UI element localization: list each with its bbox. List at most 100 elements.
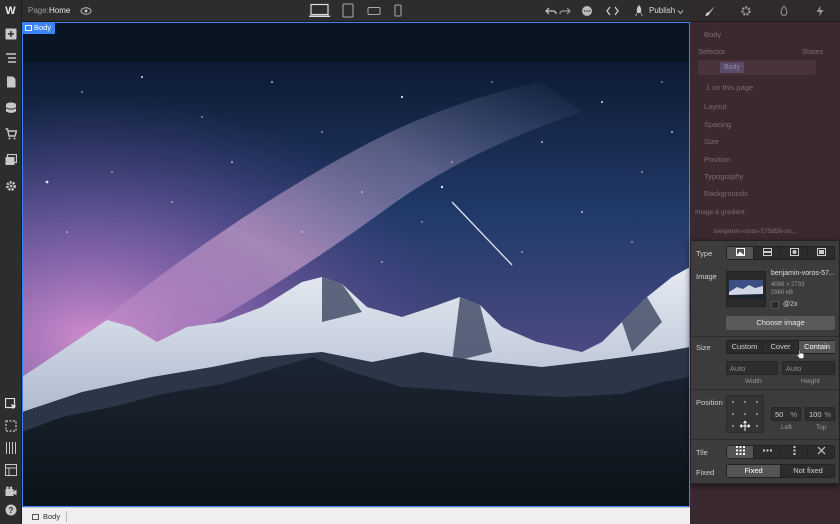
section-backgrounds[interactable]: Backgrounds xyxy=(704,189,748,198)
page-selector[interactable]: Home xyxy=(49,6,70,15)
backgrounds-subheader: Image & gradient xyxy=(695,209,745,216)
box-select-icon[interactable] xyxy=(5,420,17,432)
divider xyxy=(691,389,839,390)
image-thumbnail[interactable] xyxy=(726,271,766,307)
webflow-logo[interactable]: W xyxy=(0,0,22,22)
element-name: Body xyxy=(704,30,722,39)
publish-button[interactable]: Publish xyxy=(649,6,675,15)
fixed-label: Fixed xyxy=(696,468,715,477)
code-export-icon[interactable] xyxy=(606,5,619,17)
retina-label: @2x xyxy=(783,301,798,308)
image-dimensions: 4096 × 2733 xyxy=(771,282,805,288)
height-label: Height xyxy=(801,378,820,385)
selector-token[interactable]: Body xyxy=(720,62,744,73)
type-linear-gradient-button[interactable] xyxy=(754,247,781,259)
size-cover-button[interactable]: Cover xyxy=(763,341,799,353)
background-image-popover: Type Image benjamin-voros-57... 4096 × 2… xyxy=(690,240,840,484)
tablet-device-icon[interactable] xyxy=(342,3,354,19)
navigator-icon[interactable] xyxy=(5,52,17,64)
section-size[interactable]: Size xyxy=(704,137,719,146)
section-spacing[interactable]: Spacing xyxy=(704,120,731,129)
fixed-button[interactable]: Fixed xyxy=(727,465,781,477)
select-tool-icon[interactable] xyxy=(4,397,17,410)
breadcrumb-label: Body xyxy=(43,512,61,521)
type-color-overlay-button[interactable] xyxy=(808,247,835,259)
redo-icon[interactable] xyxy=(559,5,571,17)
type-radial-gradient-button[interactable] xyxy=(781,247,808,259)
grid-overlay-icon[interactable] xyxy=(5,442,17,454)
background-image-mountains xyxy=(22,22,690,507)
help-icon[interactable]: ? xyxy=(5,504,17,516)
not-fixed-button[interactable]: Not fixed xyxy=(781,465,835,477)
selected-element-tag[interactable]: Body xyxy=(22,22,56,34)
mobile-portrait-device-icon[interactable] xyxy=(393,4,403,18)
section-position[interactable]: Position xyxy=(704,155,731,164)
desktop-device-icon[interactable] xyxy=(309,3,330,19)
selector-field[interactable] xyxy=(698,60,816,75)
position-left-input[interactable]: 50% xyxy=(771,407,801,421)
mouse-cursor-icon xyxy=(796,349,805,359)
type-label: Type xyxy=(696,249,713,258)
settings-gear-tab-icon[interactable] xyxy=(740,5,752,17)
size-label: Size xyxy=(696,343,711,352)
design-canvas[interactable] xyxy=(22,22,690,507)
background-layer-name[interactable]: benjamin-voros-575856-un... xyxy=(714,228,797,235)
size-segment: Custom Cover Contain xyxy=(726,340,835,354)
position-top-input[interactable]: 100% xyxy=(805,407,835,421)
chevron-down-icon[interactable] xyxy=(677,8,684,15)
style-brush-icon[interactable] xyxy=(704,5,716,17)
preview-eye-icon[interactable] xyxy=(80,5,92,17)
image-filesize: 2960 kB xyxy=(771,290,794,296)
pages-icon[interactable] xyxy=(5,76,17,88)
preview-layout-icon[interactable] xyxy=(5,464,17,476)
tile-no-repeat-button[interactable] xyxy=(808,446,835,458)
page-label: Page: xyxy=(28,6,49,15)
style-manager-drops-icon[interactable] xyxy=(778,5,790,17)
section-typography[interactable]: Typography xyxy=(704,172,743,181)
width-input[interactable]: Auto xyxy=(726,361,778,375)
width-label: Width xyxy=(745,378,762,385)
publish-rocket-icon[interactable] xyxy=(634,5,644,17)
settings-gear-icon[interactable] xyxy=(5,180,17,192)
bottom-dim-area xyxy=(690,484,840,524)
choose-image-button[interactable]: Choose image xyxy=(726,316,835,330)
position-grid[interactable] xyxy=(726,395,764,433)
tile-segment xyxy=(726,445,835,459)
interactions-bolt-icon[interactable] xyxy=(814,5,826,17)
divider xyxy=(691,439,839,440)
image-filename: benjamin-voros-57... xyxy=(771,270,835,277)
assets-images-icon[interactable] xyxy=(5,153,18,166)
selected-element-label: Body xyxy=(34,23,52,32)
cms-database-icon[interactable] xyxy=(5,102,17,114)
body-tag-icon xyxy=(25,25,32,31)
height-input[interactable]: Auto xyxy=(782,361,835,375)
divider xyxy=(691,336,839,337)
type-image-button[interactable] xyxy=(727,247,754,259)
section-layout[interactable]: Layout xyxy=(704,102,727,111)
comments-icon[interactable] xyxy=(581,5,593,17)
tile-label: Tile xyxy=(696,448,708,457)
breadcrumb: Body xyxy=(22,507,690,524)
position-label: Position xyxy=(696,398,723,407)
add-panel-icon[interactable] xyxy=(5,28,17,40)
tile-repeat-y-button[interactable] xyxy=(781,446,808,458)
mobile-landscape-device-icon[interactable] xyxy=(367,6,381,16)
fixed-segment: Fixed Not fixed xyxy=(726,464,835,478)
svg-text:?: ? xyxy=(9,506,14,515)
body-crumb-icon xyxy=(32,514,39,520)
size-custom-button[interactable]: Custom xyxy=(727,341,763,353)
background-type-segment xyxy=(726,246,835,260)
left-toolbar: ? xyxy=(0,22,22,524)
tile-repeat-x-button[interactable] xyxy=(754,446,781,458)
left-label: Left xyxy=(781,424,792,431)
selector-label: Selector xyxy=(698,47,726,56)
on-page-note: 1 on this page xyxy=(706,83,754,92)
breadcrumb-item-body[interactable]: Body xyxy=(26,511,68,522)
tile-repeat-button[interactable] xyxy=(727,446,754,458)
states-label[interactable]: States xyxy=(802,47,823,56)
panel-tabs xyxy=(690,0,840,22)
video-tutorial-icon[interactable] xyxy=(5,486,17,498)
undo-icon[interactable] xyxy=(545,5,557,17)
retina-checkbox[interactable] xyxy=(771,301,779,309)
ecommerce-cart-icon[interactable] xyxy=(5,128,18,140)
